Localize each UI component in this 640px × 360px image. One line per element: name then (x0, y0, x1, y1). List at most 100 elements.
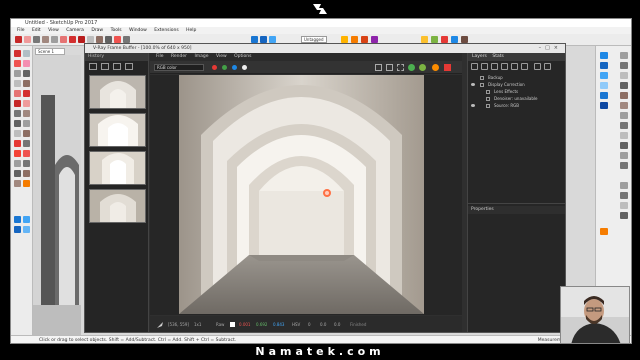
tray-icon-2[interactable] (620, 62, 628, 69)
eye-icon[interactable] (471, 104, 475, 107)
orbit-tool-icon[interactable] (123, 36, 130, 43)
dimension-icon[interactable] (23, 120, 30, 127)
rotate-tool-icon[interactable] (78, 36, 85, 43)
history-compare-icon[interactable] (113, 63, 121, 70)
material-swatch-icon[interactable] (600, 228, 608, 235)
section-icon[interactable] (351, 36, 358, 43)
sketchup-viewport[interactable] (33, 55, 81, 335)
vray-render-icon[interactable] (260, 36, 267, 43)
tray-icon-8[interactable] (620, 122, 628, 129)
tray-icon-12[interactable] (620, 162, 628, 169)
stop-render-icon[interactable] (444, 64, 451, 71)
tray-icon-4[interactable] (620, 82, 628, 89)
extension-icon-3[interactable] (441, 36, 448, 43)
style-icon[interactable] (361, 36, 368, 43)
history-thumb-1[interactable] (89, 75, 146, 109)
panel-divider[interactable] (468, 203, 565, 204)
scene-tab[interactable]: Scene 1 (35, 48, 65, 55)
look-around-icon[interactable] (14, 180, 21, 187)
section-plane-icon[interactable] (23, 180, 30, 187)
green-channel-icon[interactable] (222, 65, 227, 70)
menu-view[interactable]: View (48, 28, 59, 33)
clear-image-icon[interactable] (386, 64, 393, 71)
history-save-icon[interactable] (89, 63, 97, 70)
layer-checkbox[interactable] (486, 96, 490, 101)
text-icon[interactable] (23, 130, 30, 137)
orbit-icon[interactable] (14, 150, 21, 157)
red-channel-icon[interactable] (212, 65, 217, 70)
tab-stats[interactable]: Stats (492, 54, 504, 59)
vray-light-icon[interactable] (14, 216, 21, 223)
layer-item[interactable]: Source: RGB (468, 102, 565, 109)
rotate-icon[interactable] (23, 100, 30, 107)
extension-icon-2[interactable] (431, 36, 438, 43)
untagged-dropdown[interactable]: Untagged (301, 36, 327, 43)
save-image-icon[interactable] (375, 64, 382, 71)
history-delete-icon[interactable] (125, 63, 133, 70)
extension-icon-1[interactable] (421, 36, 428, 43)
maximize-icon[interactable]: □ (545, 45, 554, 51)
layer-item[interactable]: Lens Effects (468, 88, 565, 95)
rectangle-icon[interactable] (14, 70, 21, 77)
menu-file[interactable]: File (17, 28, 25, 33)
tray-icon-13[interactable] (620, 182, 628, 189)
vray-interactive-icon[interactable] (269, 36, 276, 43)
scale-tool-icon[interactable] (87, 36, 94, 43)
line-tool-icon[interactable] (33, 36, 40, 43)
tray-icon-15[interactable] (620, 202, 628, 209)
tray-icon-3[interactable] (620, 72, 628, 79)
layer-item[interactable]: Denoiser: unavailable (468, 95, 565, 102)
history-load-icon[interactable] (101, 63, 109, 70)
render-teapot-icon[interactable] (432, 64, 439, 71)
pick-pixel-icon[interactable] (156, 321, 164, 329)
line-icon[interactable] (23, 70, 30, 77)
vray-sphere-icon[interactable] (23, 216, 30, 223)
tray-icon-6[interactable] (620, 102, 628, 109)
layer-item[interactable]: Display Correction (468, 81, 565, 88)
pushpull-icon[interactable] (14, 90, 21, 97)
circle-icon[interactable] (14, 80, 21, 87)
blue-channel-icon[interactable] (232, 65, 237, 70)
menu-window[interactable]: Window (129, 28, 147, 33)
tab-layers[interactable]: Layers (472, 54, 487, 59)
layer-tool-icon-3[interactable] (491, 63, 498, 70)
menu-tools[interactable]: Tools (111, 28, 122, 33)
extension-icon-4[interactable] (451, 36, 458, 43)
3dtext-icon[interactable] (23, 140, 30, 147)
zoom-icon[interactable] (14, 160, 21, 167)
vray-toolbar-icon-3[interactable] (600, 72, 608, 79)
menu-draw[interactable]: Draw (91, 28, 103, 33)
vray-toolbar-icon-6[interactable] (600, 102, 608, 109)
tray-icon-11[interactable] (620, 152, 628, 159)
render-area[interactable] (150, 75, 462, 315)
select-icon[interactable] (14, 50, 21, 57)
vfb-menu-view[interactable]: View (216, 54, 227, 59)
add-layer-icon[interactable] (471, 63, 478, 70)
zoom-window-icon[interactable] (23, 160, 30, 167)
tray-icon-9[interactable] (620, 132, 628, 139)
layer-checkbox[interactable] (486, 103, 490, 108)
tape-tool-icon[interactable] (105, 36, 112, 43)
layer-item[interactable]: Backup (468, 74, 565, 81)
vray-toolbar-icon-1[interactable] (600, 52, 608, 59)
paint-icon[interactable] (14, 60, 21, 67)
vfb-menu-render[interactable]: Render (171, 54, 187, 59)
vray-proxy-icon[interactable] (14, 226, 21, 233)
vray-toolbar-icon-4[interactable] (600, 82, 608, 89)
tray-icon-7[interactable] (620, 112, 628, 119)
vray-fur-icon[interactable] (23, 226, 30, 233)
eye-icon[interactable] (471, 83, 475, 86)
vfb-menu-image[interactable]: Image (194, 54, 208, 59)
tray-icon-5[interactable] (620, 92, 628, 99)
tray-icon-16[interactable] (620, 212, 628, 219)
arc-icon[interactable] (23, 80, 30, 87)
extension-icon-5[interactable] (461, 36, 468, 43)
vray-asset-editor-icon[interactable] (251, 36, 258, 43)
pushpull-tool-icon[interactable] (60, 36, 67, 43)
menu-camera[interactable]: Camera (66, 28, 84, 33)
select-tool-icon[interactable] (15, 36, 22, 43)
arc-tool-icon[interactable] (42, 36, 49, 43)
vfb-menu-file[interactable]: File (156, 54, 164, 59)
eraser-tool-icon[interactable] (24, 36, 31, 43)
move-icon[interactable] (14, 100, 21, 107)
